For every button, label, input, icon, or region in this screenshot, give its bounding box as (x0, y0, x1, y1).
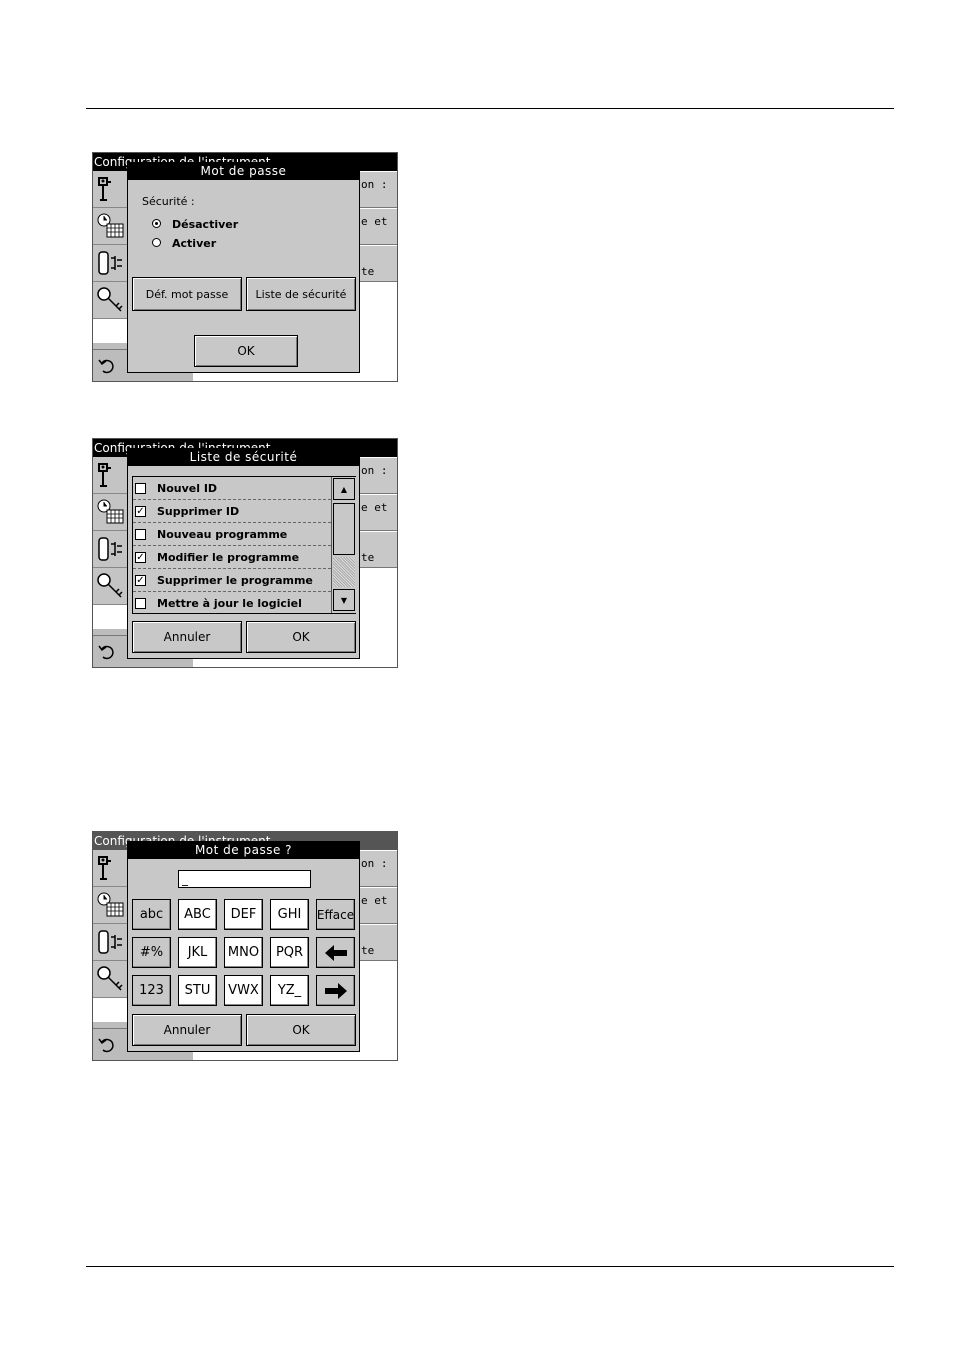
key-symbols[interactable]: #% (132, 937, 171, 968)
list-item[interactable]: ✓ Modifier le programme (133, 546, 331, 569)
scroll-track[interactable] (333, 557, 355, 587)
clock-calendar-icon[interactable] (93, 208, 127, 245)
radio-disable[interactable] (152, 219, 161, 228)
password-dialog: Mot de passe Sécurité : Désactiver Activ… (127, 162, 360, 373)
clear-button[interactable]: Efface (316, 899, 355, 930)
cancel-button[interactable]: Annuler (132, 1014, 242, 1046)
key-YZ[interactable]: YZ_ (270, 975, 309, 1006)
dialog-title: Liste de sécurité (128, 449, 359, 466)
header-rule (86, 108, 894, 109)
back-arrow-icon (98, 645, 114, 659)
key-icon[interactable] (93, 568, 127, 605)
ok-button[interactable]: OK (194, 335, 298, 367)
radio-disable-label: Désactiver (172, 218, 239, 231)
list-item[interactable]: ✓ Supprimer le programme (133, 569, 331, 592)
screen-password-settings: Configuration de l'instrument on : e et … (92, 152, 398, 382)
icon-column-gap (93, 319, 127, 343)
checkbox-checked[interactable]: ✓ (135, 552, 146, 563)
scroll-thumb[interactable] (333, 503, 355, 555)
power-lamp-icon[interactable] (93, 245, 127, 282)
key-STU[interactable]: STU (178, 975, 217, 1006)
checkbox-empty[interactable] (135, 598, 146, 609)
list-item[interactable]: ✓ Supprimer ID (133, 500, 331, 523)
security-list-dialog: Liste de sécurité Nouvel ID ✓ Supprimer … (127, 448, 360, 659)
right-button-2[interactable]: e et (359, 888, 397, 924)
radio-enable[interactable] (152, 238, 161, 247)
password-entry-dialog: Mot de passe ? _ abc ABC DEF GHI Efface … (127, 841, 360, 1052)
checkbox-checked[interactable]: ✓ (135, 506, 146, 517)
right-button-3[interactable]: te (359, 532, 397, 568)
clock-calendar-icon[interactable] (93, 887, 127, 924)
right-button-1[interactable]: on : (359, 851, 397, 887)
right-button-3[interactable]: te (359, 246, 397, 282)
icon-column-gap (93, 998, 127, 1022)
cancel-button[interactable]: Annuler (132, 621, 242, 653)
key-VWX[interactable]: VWX (224, 975, 263, 1006)
key-ABC[interactable]: ABC (178, 899, 217, 930)
right-button-1[interactable]: on : (359, 172, 397, 208)
key-abc[interactable]: abc (132, 899, 171, 930)
checkbox-empty[interactable] (135, 483, 146, 494)
key-DEF[interactable]: DEF (224, 899, 263, 930)
icon-column-gap (93, 605, 127, 629)
key-GHI[interactable]: GHI (270, 899, 309, 930)
key-JKL[interactable]: JKL (178, 937, 217, 968)
scroll-down-arrow-icon[interactable]: ▼ (333, 589, 355, 611)
dialog-title: Mot de passe ? (128, 842, 359, 859)
key-PQR[interactable]: PQR (270, 937, 309, 968)
screen-password-entry: Configuration de l'instrument on : e et … (92, 831, 398, 1061)
list-item[interactable]: Nouveau programme (133, 523, 331, 546)
instrument-info-icon[interactable] (93, 457, 127, 494)
dialog-title: Mot de passe (128, 163, 359, 180)
clock-calendar-icon[interactable] (93, 494, 127, 531)
ok-button[interactable]: OK (246, 621, 356, 653)
password-input[interactable]: _ (178, 870, 311, 888)
right-button-1[interactable]: on : (359, 458, 397, 494)
back-arrow-icon (98, 1038, 114, 1052)
right-button-2[interactable]: e et (359, 495, 397, 531)
scroll-up-arrow-icon[interactable]: ▲ (333, 478, 355, 500)
key-numeric[interactable]: 123 (132, 975, 171, 1006)
security-list-button[interactable]: Liste de sécurité (246, 277, 356, 311)
instrument-info-icon[interactable] (93, 850, 127, 887)
arrow-right-icon[interactable] (316, 975, 355, 1006)
scrollbar[interactable]: ▲ ▼ (331, 477, 356, 613)
power-lamp-icon[interactable] (93, 924, 127, 961)
back-arrow-icon (98, 359, 114, 373)
key-icon[interactable] (93, 961, 127, 998)
power-lamp-icon[interactable] (93, 531, 127, 568)
checkbox-empty[interactable] (135, 529, 146, 540)
arrow-left-icon[interactable] (316, 937, 355, 968)
radio-enable-label: Activer (172, 237, 217, 250)
right-button-3[interactable]: te (359, 925, 397, 961)
key-icon[interactable] (93, 282, 127, 319)
instrument-info-icon[interactable] (93, 171, 127, 208)
checkbox-checked[interactable]: ✓ (135, 575, 146, 586)
security-label: Sécurité : (142, 195, 195, 208)
list-item[interactable]: Mettre à jour le logiciel (133, 592, 331, 615)
footer-rule (86, 1266, 894, 1267)
ok-button[interactable]: OK (246, 1014, 356, 1046)
key-MNO[interactable]: MNO (224, 937, 263, 968)
screen-security-list: Configuration de l'instrument on : e et … (92, 438, 398, 668)
security-checklist: Nouvel ID ✓ Supprimer ID Nouveau program… (132, 476, 356, 614)
list-item[interactable]: Nouvel ID (133, 477, 331, 500)
set-password-button[interactable]: Déf. mot passe (132, 277, 242, 311)
right-button-2[interactable]: e et (359, 209, 397, 245)
